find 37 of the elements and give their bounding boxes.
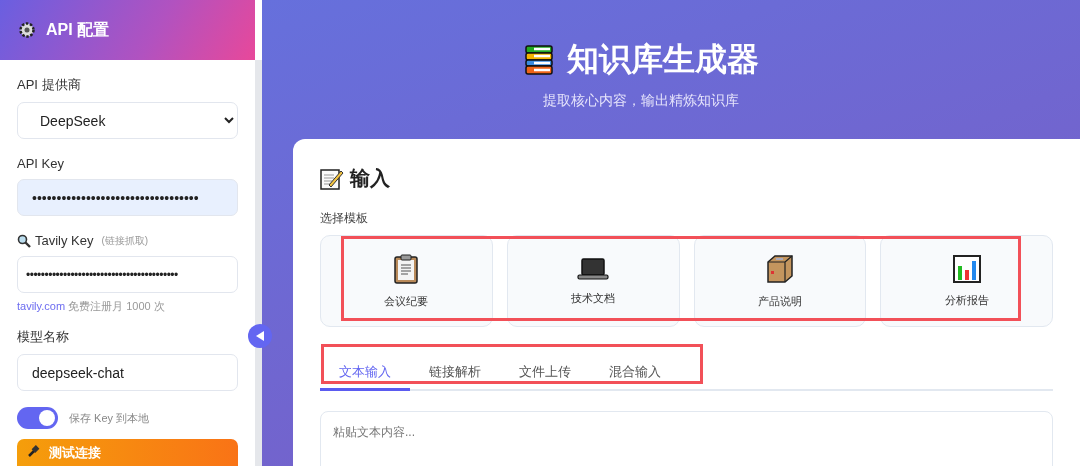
toggle-label: 保存 Key 到本地 [69,410,150,426]
text-input-area[interactable]: 粘贴文本内容... [320,411,1053,466]
field-label: 模型名称 [17,328,70,346]
template-card[interactable]: 产品说明 [693,235,867,327]
memo-icon [320,167,344,190]
model-name-field[interactable]: deepseek-chat [17,354,238,391]
panel-title: 输入 [350,166,390,191]
api-key-field[interactable]: •••••••••••••••••••••••••••••••••• [17,179,238,216]
template-card[interactable]: 技术文档 [506,235,680,327]
tavily-link[interactable]: tavily.com [17,300,66,312]
tavily-key-field[interactable]: ••••••••••••••••••••••••••••••••••••••••• [17,256,238,293]
bar-chart-icon [952,254,981,283]
template-label: 选择模板 [320,210,369,227]
package-icon [764,253,795,284]
input-tab[interactable]: 文本输入 [320,357,410,391]
template-card[interactable]: 分析报告 [880,235,1053,327]
field-label: API Key [17,156,65,171]
gear-icon [18,21,36,39]
search-icon [17,233,31,248]
hint-text: 免费注册月 1000 次 [68,300,165,312]
clipboard-icon [393,253,420,284]
plug-icon [27,444,41,458]
input-tab[interactable]: 混合输入 [590,357,680,391]
provider-select[interactable]: DeepSeek [17,102,238,139]
sidebar-title: API 配置 [46,19,110,40]
books-icon [523,45,555,75]
input-tab[interactable]: 链接解析 [410,357,500,391]
save-key-toggle[interactable] [17,407,58,429]
template-card[interactable]: 会议纪要 [320,235,493,327]
scrollbar-track[interactable] [255,60,262,466]
app-subtitle: 提取核心内容，输出精炼知识库 [543,92,739,110]
field-note: (链接抓取) [101,233,149,248]
field-label: Tavily Key [35,233,94,248]
app-title: 知识库生成器 [567,40,759,79]
field-label: API 提供商 [17,76,82,94]
input-tab[interactable]: 文件上传 [500,357,590,391]
laptop-icon [577,256,610,281]
